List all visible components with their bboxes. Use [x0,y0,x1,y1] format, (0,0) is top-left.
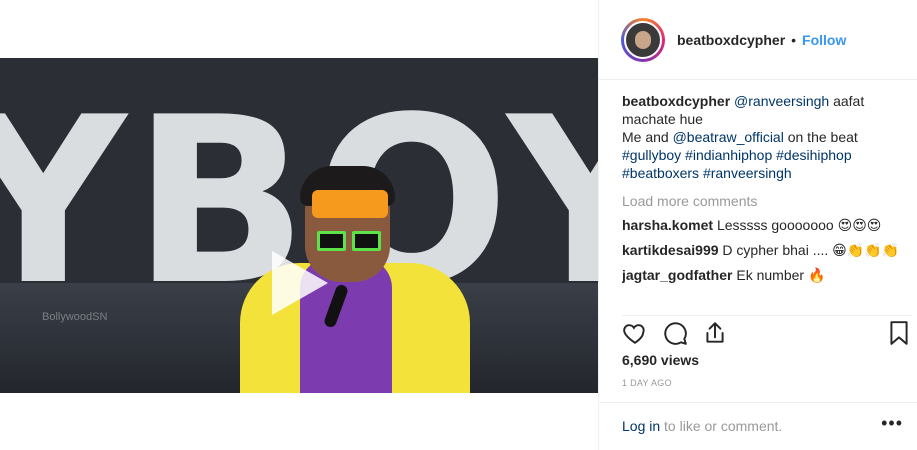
more-options-icon[interactable]: ••• [881,413,903,434]
post-caption: beatboxdcypher @ranveersingh aafat macha… [622,92,902,182]
view-count[interactable]: 6,690 views [622,352,699,368]
comment: harsha.komet Lesssss gooooooo 😍😍😍 [622,216,902,235]
follow-button[interactable]: Follow [802,32,846,48]
caption-hashtags-line2[interactable]: #beatboxers #ranveersingh [622,165,792,181]
comment: jagtar_godfather Ek number 🔥 [622,266,902,285]
glasses-lens-right [352,231,381,251]
comment: kartikdesai999 D cypher bhai .... 😁👏👏👏 [622,241,902,260]
comment-icon[interactable] [662,320,688,346]
comment-username[interactable]: jagtar_godfather [622,267,732,283]
comment-emoji: 😁👏👏👏 [832,243,900,259]
login-prompt: Log in to like or comment. [622,418,782,434]
comment-emoji: 😍😍😍 [837,218,882,234]
video-watermark: BollywoodSN [42,311,108,323]
author-username[interactable]: beatboxdcypher [677,32,785,48]
login-rest-text: to like or comment. [660,418,783,434]
comment-emoji: 🔥 [807,268,826,284]
avatar-ring[interactable] [621,17,665,62]
caption-hashtags-line1[interactable]: #gullyboy #indianhiphop #desihiphop [622,147,852,163]
caption-text-2: Me and [622,129,673,145]
login-link[interactable]: Log in [622,418,660,434]
post-actions [622,315,912,346]
separator-dot: • [791,31,797,48]
glasses-lens-left [317,231,346,251]
comment-username[interactable]: kartikdesai999 [622,242,719,258]
performer-headband [312,190,388,218]
post-timestamp[interactable]: 1 DAY AGO [622,378,672,388]
comment-text: Ek number [736,267,805,283]
caption-username[interactable]: beatboxdcypher [622,93,730,109]
caption-mention-beatraw[interactable]: @beatraw_official [673,129,784,145]
caption-mention-ranveersingh[interactable]: @ranveersingh [734,93,829,109]
performer-glasses [317,231,381,251]
comment-text: Lesssss gooooooo [716,217,834,233]
caption-text-3: on the beat [783,129,858,145]
share-icon[interactable] [702,320,728,346]
comment-username[interactable]: harsha.komet [622,217,713,233]
media-pane: YBOY BollywoodSN [0,0,598,450]
bookmark-icon[interactable] [886,320,912,346]
comment-text: D cypher bhai .... [722,242,829,258]
video-player[interactable]: YBOY BollywoodSN [0,58,598,393]
load-more-comments[interactable]: Load more comments [622,192,902,210]
login-bar: Log in to like or comment. ••• [598,402,917,450]
post-header: beatboxdcypher • Follow [599,0,917,80]
comments-area: beatboxdcypher @ranveersingh aafat macha… [622,92,902,308]
avatar[interactable] [624,20,662,59]
play-icon[interactable] [272,251,328,315]
heart-icon[interactable] [622,320,648,346]
